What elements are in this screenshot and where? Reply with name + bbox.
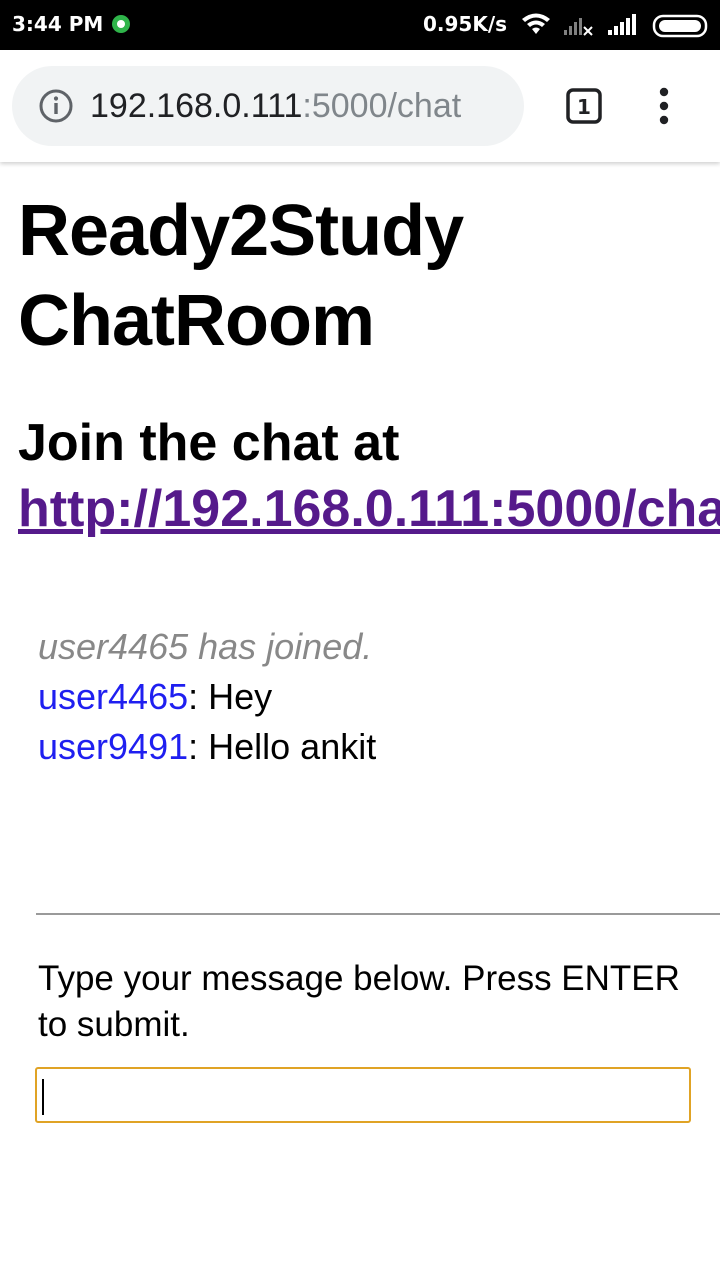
url-path: :5000/chat (302, 87, 462, 125)
network-speed: 0.95K/s (423, 12, 508, 36)
instructions-line1: Type your message below. Press ENTER (38, 959, 680, 998)
wifi-icon (522, 13, 550, 34)
join-link[interactable]: http://192.168.0.111:5000/chat (18, 476, 720, 542)
page-title-line1: Ready2Study (18, 191, 464, 271)
divider (36, 913, 720, 915)
tab-switcher-icon[interactable]: 1 (566, 88, 602, 124)
system-message: user4465 has joined. (38, 626, 373, 667)
page-title: Ready2Study ChatRoom (18, 186, 708, 366)
battery-icon (652, 14, 708, 38)
signal-icon (564, 18, 593, 36)
message-username: user9491 (38, 726, 189, 767)
info-icon[interactable] (38, 88, 74, 124)
message-username: user4465 (38, 676, 189, 717)
input-instructions: Type your message below. Press ENTER to … (38, 956, 720, 1048)
menu-icon[interactable] (650, 84, 678, 128)
chat-message: user9491: Hello ankit (38, 722, 698, 772)
browser-toolbar: 192.168.0.111:5000/chat 1 (0, 50, 720, 162)
url-text[interactable]: 192.168.0.111:5000/chat (90, 86, 508, 126)
join-heading: Join the chat at http://192.168.0.111:50… (18, 410, 720, 542)
message-list: user4465 has joined. user4465: Hey user9… (38, 622, 698, 772)
chat-message: user4465: Hey (38, 672, 698, 722)
url-host: 192.168.0.111 (90, 87, 303, 125)
text-caret (42, 1079, 44, 1115)
message-text: : Hello ankit (188, 726, 377, 767)
instructions-line2: to submit. (38, 1005, 190, 1044)
page-title-line2: ChatRoom (18, 281, 375, 361)
notification-dot-icon (112, 15, 130, 33)
message-text: : Hey (188, 676, 273, 717)
status-icons (522, 13, 708, 38)
address-bar[interactable]: 192.168.0.111:5000/chat (12, 66, 524, 146)
signal-full-icon (608, 14, 636, 35)
status-bar: 3:44 PM 0.95K/s (0, 0, 720, 50)
tab-count: 1 (577, 95, 591, 119)
status-time: 3:44 PM (12, 12, 104, 36)
join-text: Join the chat at (18, 414, 400, 472)
message-input[interactable] (35, 1067, 691, 1123)
